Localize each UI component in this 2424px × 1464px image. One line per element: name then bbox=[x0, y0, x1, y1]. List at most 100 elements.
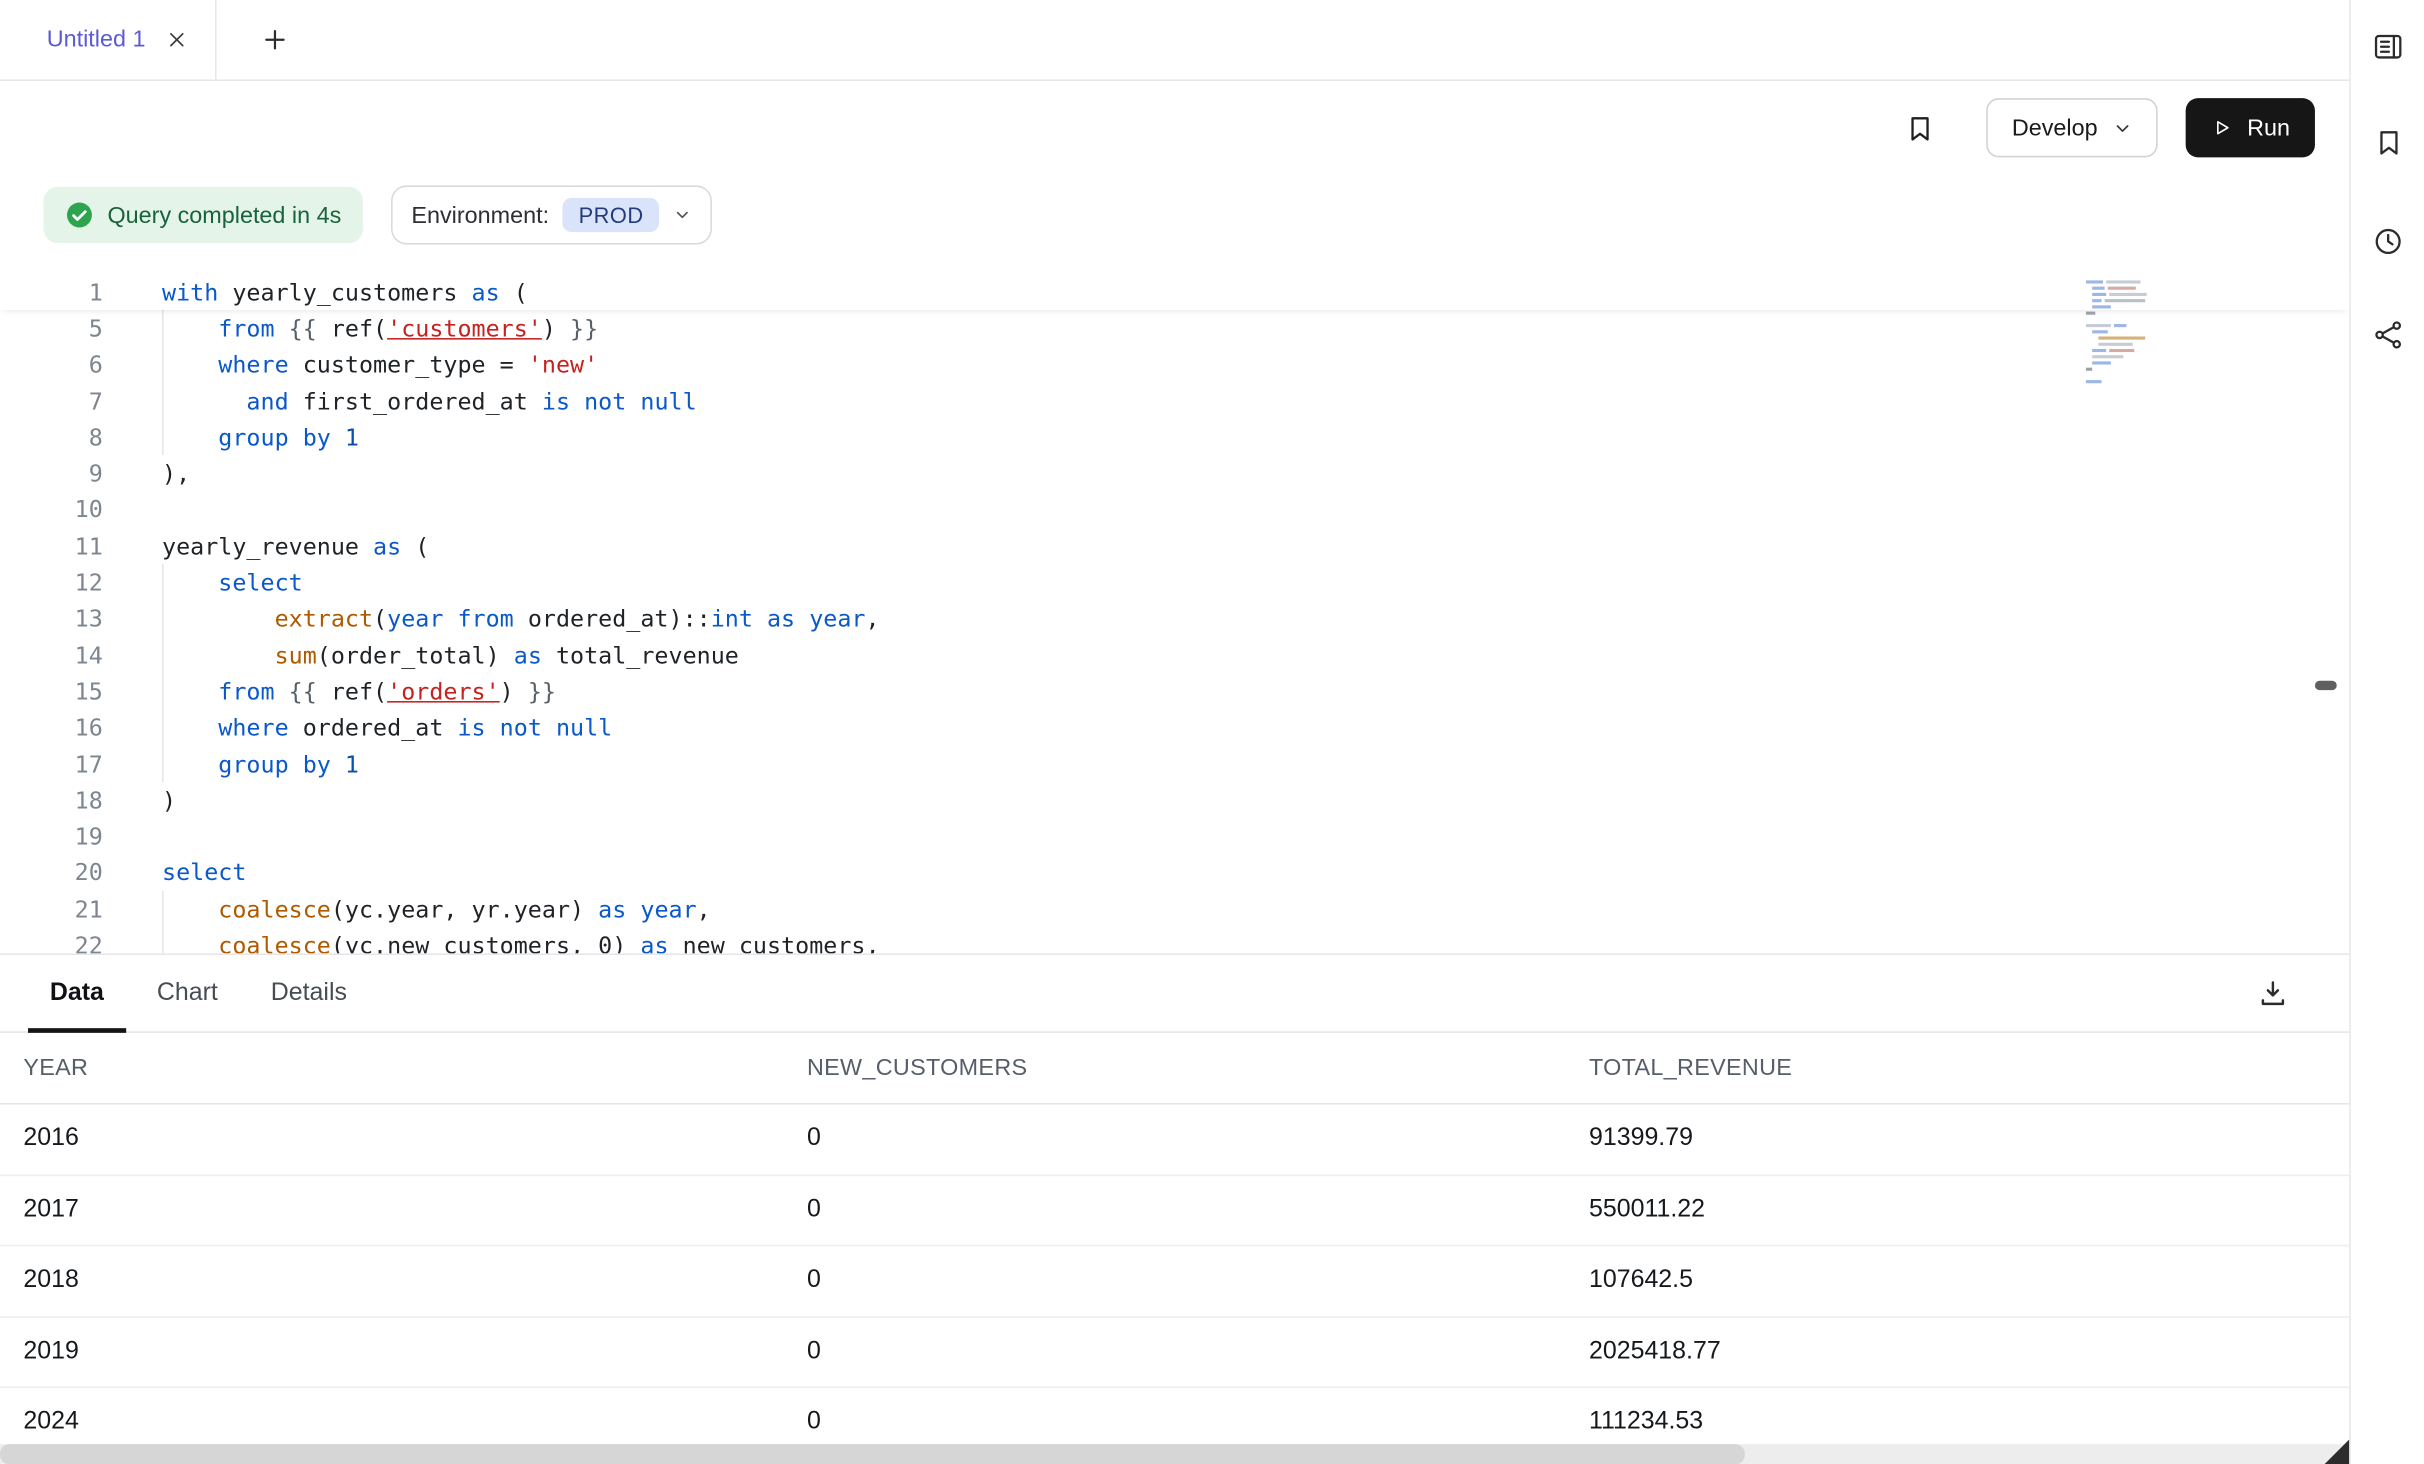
table-cell: 2025418.77 bbox=[1589, 1338, 2349, 1366]
code-text: group by 1 bbox=[162, 750, 359, 778]
bookmark-icon[interactable] bbox=[2368, 122, 2409, 163]
code-line[interactable]: 21 coalesce(yc.year, yr.year) as year, bbox=[0, 891, 2349, 927]
code-text: from {{ ref('customers') }} bbox=[162, 315, 598, 343]
column-header: TOTAL_REVENUE bbox=[1589, 1055, 2349, 1081]
line-number: 17 bbox=[0, 750, 103, 778]
table-cell: 2024 bbox=[23, 1409, 807, 1437]
table-row[interactable]: 20180107642.5 bbox=[0, 1246, 2349, 1317]
table-row[interactable]: 201902025418.77 bbox=[0, 1317, 2349, 1388]
code-line[interactable]: 18) bbox=[0, 782, 2349, 818]
line-number: 1 bbox=[0, 278, 103, 306]
code-text: sum(order_total) as total_revenue bbox=[162, 641, 739, 669]
query-status-pill: Query completed in 4s bbox=[44, 187, 363, 243]
sql-editor[interactable]: 1 with yearly_customers as ( 5 from {{ ref… bbox=[0, 255, 2349, 953]
main-area: Untitled 1 Develop Run bbox=[0, 0, 2349, 1464]
lineage-icon[interactable] bbox=[2368, 315, 2409, 356]
query-status-text: Query completed in 4s bbox=[107, 202, 341, 228]
code-line[interactable]: 10 bbox=[0, 492, 2349, 528]
editor-scrollbar-thumb[interactable] bbox=[2315, 681, 2337, 690]
code-text: and first_ordered_at is not null bbox=[162, 387, 697, 415]
run-button-label: Run bbox=[2247, 115, 2290, 141]
line-number: 21 bbox=[0, 895, 103, 923]
results-body: 2016091399.7920170550011.2220180107642.5… bbox=[0, 1105, 2349, 1459]
bookmark-icon[interactable] bbox=[1900, 107, 1941, 148]
code-text: from {{ ref('orders') }} bbox=[162, 678, 556, 706]
code-line[interactable]: 19 bbox=[0, 819, 2349, 855]
new-tab-icon[interactable] bbox=[261, 25, 291, 55]
table-cell: 0 bbox=[807, 1338, 1589, 1366]
code-line[interactable]: 16 where ordered_at is not null bbox=[0, 710, 2349, 746]
table-row[interactable]: 20170550011.22 bbox=[0, 1175, 2349, 1246]
line-number: 8 bbox=[0, 423, 103, 451]
code-line[interactable]: 22 coalesce(yc.new_customers, 0) as new_… bbox=[0, 927, 2349, 953]
code-area: 1 with yearly_customers as ( 5 from {{ ref… bbox=[0, 274, 2349, 953]
table-cell: 2019 bbox=[23, 1338, 807, 1366]
table-row[interactable]: 2016091399.79 bbox=[0, 1105, 2349, 1176]
tab-chart[interactable]: Chart bbox=[157, 955, 218, 1031]
environment-selector[interactable]: Environment: PROD bbox=[391, 185, 712, 244]
column-header: NEW_CUSTOMERS bbox=[807, 1055, 1589, 1081]
code-text: ) bbox=[162, 786, 176, 814]
table-cell: 2016 bbox=[23, 1125, 807, 1153]
minimap[interactable] bbox=[2083, 277, 2205, 389]
table-cell: 0 bbox=[807, 1125, 1589, 1153]
line-number: 15 bbox=[0, 678, 103, 706]
table-cell: 111234.53 bbox=[1589, 1409, 2349, 1437]
results-panel: Data Chart Details YEARNEW_CUSTOMERSTOTAL_… bbox=[0, 953, 2349, 1464]
chevron-down-icon bbox=[673, 206, 692, 225]
code-line[interactable]: 1 with yearly_customers as ( bbox=[0, 274, 2349, 310]
table-cell: 2018 bbox=[23, 1267, 807, 1295]
play-icon bbox=[2211, 117, 2233, 139]
layout-panel-icon[interactable] bbox=[2368, 26, 2409, 67]
status-row: Query completed in 4s Environment: PROD bbox=[0, 174, 2349, 255]
table-cell: 0 bbox=[807, 1267, 1589, 1295]
table-cell: 91399.79 bbox=[1589, 1125, 2349, 1153]
line-number: 9 bbox=[0, 460, 103, 488]
resize-corner-icon bbox=[2324, 1439, 2349, 1464]
results-header-row: YEARNEW_CUSTOMERSTOTAL_REVENUE bbox=[0, 1033, 2349, 1105]
code-line[interactable]: 9), bbox=[0, 456, 2349, 492]
line-number: 19 bbox=[0, 823, 103, 851]
run-button[interactable]: Run bbox=[2186, 98, 2315, 157]
chevron-down-icon bbox=[2113, 118, 2133, 138]
develop-button-label: Develop bbox=[2012, 115, 2098, 141]
code-line[interactable]: 5 from {{ ref('customers') }} bbox=[0, 310, 2349, 346]
tab-title: Untitled 1 bbox=[47, 26, 146, 52]
download-icon[interactable] bbox=[2253, 974, 2294, 1015]
code-line[interactable]: 7 and first_ordered_at is not null bbox=[0, 383, 2349, 419]
code-line[interactable]: 20select bbox=[0, 855, 2349, 891]
environment-label: Environment: bbox=[411, 202, 549, 228]
code-line[interactable]: 13 extract(year from ordered_at)::int as… bbox=[0, 601, 2349, 637]
line-number: 18 bbox=[0, 786, 103, 814]
close-icon[interactable] bbox=[167, 30, 187, 50]
tab-data[interactable]: Data bbox=[50, 955, 104, 1031]
right-sidebar bbox=[2349, 0, 2424, 1464]
indent-guide bbox=[162, 891, 164, 953]
code-line[interactable]: 17 group by 1 bbox=[0, 746, 2349, 782]
code-text: group by 1 bbox=[162, 423, 359, 451]
table-cell: 2017 bbox=[23, 1196, 807, 1224]
line-number: 22 bbox=[0, 932, 103, 954]
horizontal-scrollbar[interactable] bbox=[0, 1444, 2349, 1464]
code-line[interactable]: 8 group by 1 bbox=[0, 419, 2349, 455]
tab-untitled-1[interactable]: Untitled 1 bbox=[0, 0, 217, 80]
line-number: 12 bbox=[0, 569, 103, 597]
environment-badge: PROD bbox=[563, 198, 659, 232]
table-cell: 0 bbox=[807, 1196, 1589, 1224]
tab-details[interactable]: Details bbox=[271, 955, 347, 1031]
line-number: 7 bbox=[0, 387, 103, 415]
code-line[interactable]: 12 select bbox=[0, 565, 2349, 601]
code-line[interactable]: 11yearly_revenue as ( bbox=[0, 528, 2349, 564]
scrollbar-thumb[interactable] bbox=[0, 1444, 1745, 1464]
code-line[interactable]: 6 where customer_type = 'new' bbox=[0, 347, 2349, 383]
line-number: 11 bbox=[0, 532, 103, 560]
history-clock-icon[interactable] bbox=[2368, 221, 2409, 262]
code-text: with yearly_customers as ( bbox=[162, 278, 528, 306]
develop-button[interactable]: Develop bbox=[1987, 98, 2158, 157]
action-toolbar: Develop Run bbox=[0, 81, 2349, 174]
indent-guide bbox=[162, 564, 164, 782]
code-line[interactable]: 14 sum(order_total) as total_revenue bbox=[0, 637, 2349, 673]
table-cell: 0 bbox=[807, 1409, 1589, 1437]
line-number: 16 bbox=[0, 714, 103, 742]
code-line[interactable]: 15 from {{ ref('orders') }} bbox=[0, 673, 2349, 709]
